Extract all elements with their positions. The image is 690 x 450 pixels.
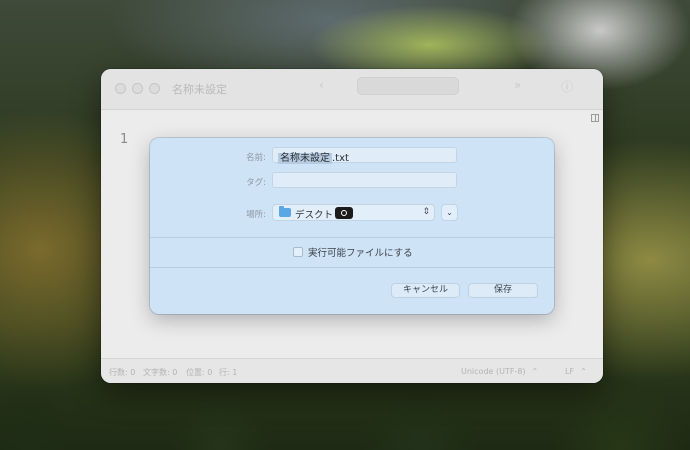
executable-label: 実行可能ファイルにする <box>308 248 413 259</box>
name-field[interactable]: 名称未設定 .txt <box>272 147 457 164</box>
line-ending-select[interactable]: LF <box>565 367 587 376</box>
minimize-window-button[interactable] <box>132 83 143 94</box>
divider-bottom <box>150 267 554 268</box>
save-button[interactable]: 保存 <box>468 283 538 298</box>
executable-checkbox[interactable] <box>293 247 303 257</box>
cancel-button[interactable]: キャンセル <box>391 283 460 298</box>
window-title: 名称未設定 <box>172 83 227 96</box>
divider-top <box>150 237 554 238</box>
status-row: 行: 1 <box>219 368 238 377</box>
location-label: 場所: <box>246 210 266 220</box>
name-field-extension: .txt <box>332 153 349 164</box>
split-view-icon[interactable] <box>591 114 599 122</box>
tags-label: タグ: <box>246 178 266 188</box>
chevron-down-icon: ⌄ <box>446 208 453 217</box>
status-char-count: 文字数: 0 <box>143 368 178 377</box>
toolbar-popup[interactable] <box>357 77 459 95</box>
title-bar: 名称未設定 ‹ » ⓘ <box>101 69 603 110</box>
name-label: 名前: <box>246 153 266 163</box>
close-window-button[interactable] <box>115 83 126 94</box>
folder-icon <box>279 206 291 217</box>
encoding-select[interactable]: Unicode (UTF-8) <box>461 367 538 376</box>
expand-dialog-button[interactable]: ⌄ <box>441 204 458 221</box>
status-bar: 行数: 0 文字数: 0 位置: 0 行: 1 Unicode (UTF-8) … <box>101 358 603 383</box>
status-position: 位置: 0 <box>186 368 213 377</box>
status-line-count: 行数: 0 <box>109 368 136 377</box>
toolbar-overflow-icon[interactable]: » <box>514 78 521 92</box>
camera-icon <box>335 207 353 219</box>
zoom-window-button[interactable] <box>149 83 160 94</box>
name-field-selected-text: 名称未設定 <box>278 153 332 164</box>
toolbar-info-icon[interactable]: ⓘ <box>561 78 573 95</box>
save-dialog: 名前: 名称未設定 .txt タグ: 場所: デスクトップ ⇕ ⌄ 実行可能ファイ… <box>150 138 554 314</box>
location-select[interactable]: デスクトップ ⇕ <box>272 204 435 221</box>
toolbar-icon-left[interactable]: ‹ <box>319 78 324 92</box>
chevron-updown-icon: ⇕ <box>422 207 430 217</box>
tags-field[interactable] <box>272 172 457 188</box>
line-number: 1 <box>120 132 129 147</box>
